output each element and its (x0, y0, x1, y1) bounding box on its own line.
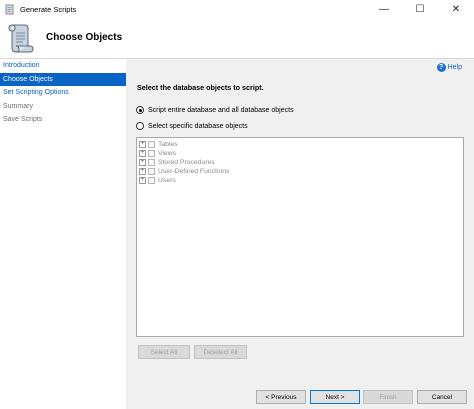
sidebar-item-introduction[interactable]: Introduction (0, 59, 126, 73)
sidebar-item-save-scripts: Save Scripts (3, 116, 43, 123)
option-entire-database[interactable]: Script entire database and all database … (136, 106, 294, 114)
tree-item-tables[interactable]: + Tables (137, 140, 463, 149)
page-title: Choose Objects (46, 32, 123, 43)
window-controls: — ☐ ✕ (366, 0, 474, 18)
tree-checkbox[interactable] (148, 177, 155, 184)
tree-checkbox[interactable] (148, 168, 155, 175)
expand-plus-icon[interactable]: + (139, 168, 146, 175)
sidebar-item-summary: Summary (3, 102, 33, 110)
deselect-all-button[interactable]: Deselect All (194, 345, 247, 359)
tree-item-user-defined-functions[interactable]: + User-Defined Functions (137, 167, 463, 176)
radio-specific-objects[interactable] (136, 122, 144, 130)
object-tree[interactable]: + Tables + Views + Stored Procedures + U… (136, 137, 464, 337)
help-icon: ? (436, 63, 446, 72)
tree-item-views[interactable]: + Views (137, 149, 463, 158)
tree-item-label: User-Defined Functions (158, 168, 230, 175)
wizard-header: Choose Objects (0, 18, 474, 59)
expand-plus-icon[interactable]: + (139, 150, 146, 157)
main-content: ? Help Select the database objects to sc… (126, 59, 474, 409)
select-all-button[interactable]: Select All (138, 345, 190, 359)
expand-plus-icon[interactable]: + (139, 159, 146, 166)
sidebar-item-choose-objects[interactable]: Choose Objects (0, 72, 126, 86)
tree-item-label: Views (158, 150, 177, 157)
tree-checkbox[interactable] (148, 150, 155, 157)
close-button[interactable]: ✕ (438, 0, 474, 18)
title-bar: Generate Scripts — ☐ ✕ (0, 0, 474, 18)
finish-button[interactable]: Finish (363, 390, 413, 404)
previous-button[interactable]: < Previous (256, 390, 306, 404)
cancel-button[interactable]: Cancel (417, 390, 467, 404)
option-specific-objects-label: Select specific database objects (148, 122, 248, 130)
scroll-icon (5, 21, 35, 55)
minimize-icon: — (379, 3, 389, 15)
tree-item-label: Users (158, 177, 176, 184)
tree-item-users[interactable]: + Users (137, 176, 463, 185)
maximize-icon: ☐ (415, 3, 425, 15)
minimize-button[interactable]: — (366, 0, 402, 18)
tree-item-stored-procedures[interactable]: + Stored Procedures (137, 158, 463, 167)
close-icon: ✕ (451, 3, 461, 15)
app-scroll-icon (4, 4, 15, 15)
help-label: Help (447, 64, 462, 71)
help-link[interactable]: ? Help (436, 63, 462, 72)
maximize-button[interactable]: ☐ (402, 0, 438, 18)
option-entire-database-label: Script entire database and all database … (148, 106, 294, 114)
window-title: Generate Scripts (20, 4, 77, 14)
instruction-text: Select the database objects to script. (137, 83, 264, 92)
expand-plus-icon[interactable]: + (139, 141, 146, 148)
sidebar-item-set-scripting-options[interactable]: Set Scripting Options (0, 86, 126, 100)
radio-entire-database[interactable] (136, 106, 144, 114)
option-specific-objects[interactable]: Select specific database objects (136, 122, 248, 130)
next-button[interactable]: Next > (310, 390, 360, 404)
expand-plus-icon[interactable]: + (139, 177, 146, 184)
wizard-steps-sidebar: Introduction Choose Objects Set Scriptin… (0, 59, 126, 409)
tree-checkbox[interactable] (148, 141, 155, 148)
tree-checkbox[interactable] (148, 159, 155, 166)
tree-item-label: Stored Procedures (158, 159, 215, 166)
tree-item-label: Tables (158, 141, 178, 148)
